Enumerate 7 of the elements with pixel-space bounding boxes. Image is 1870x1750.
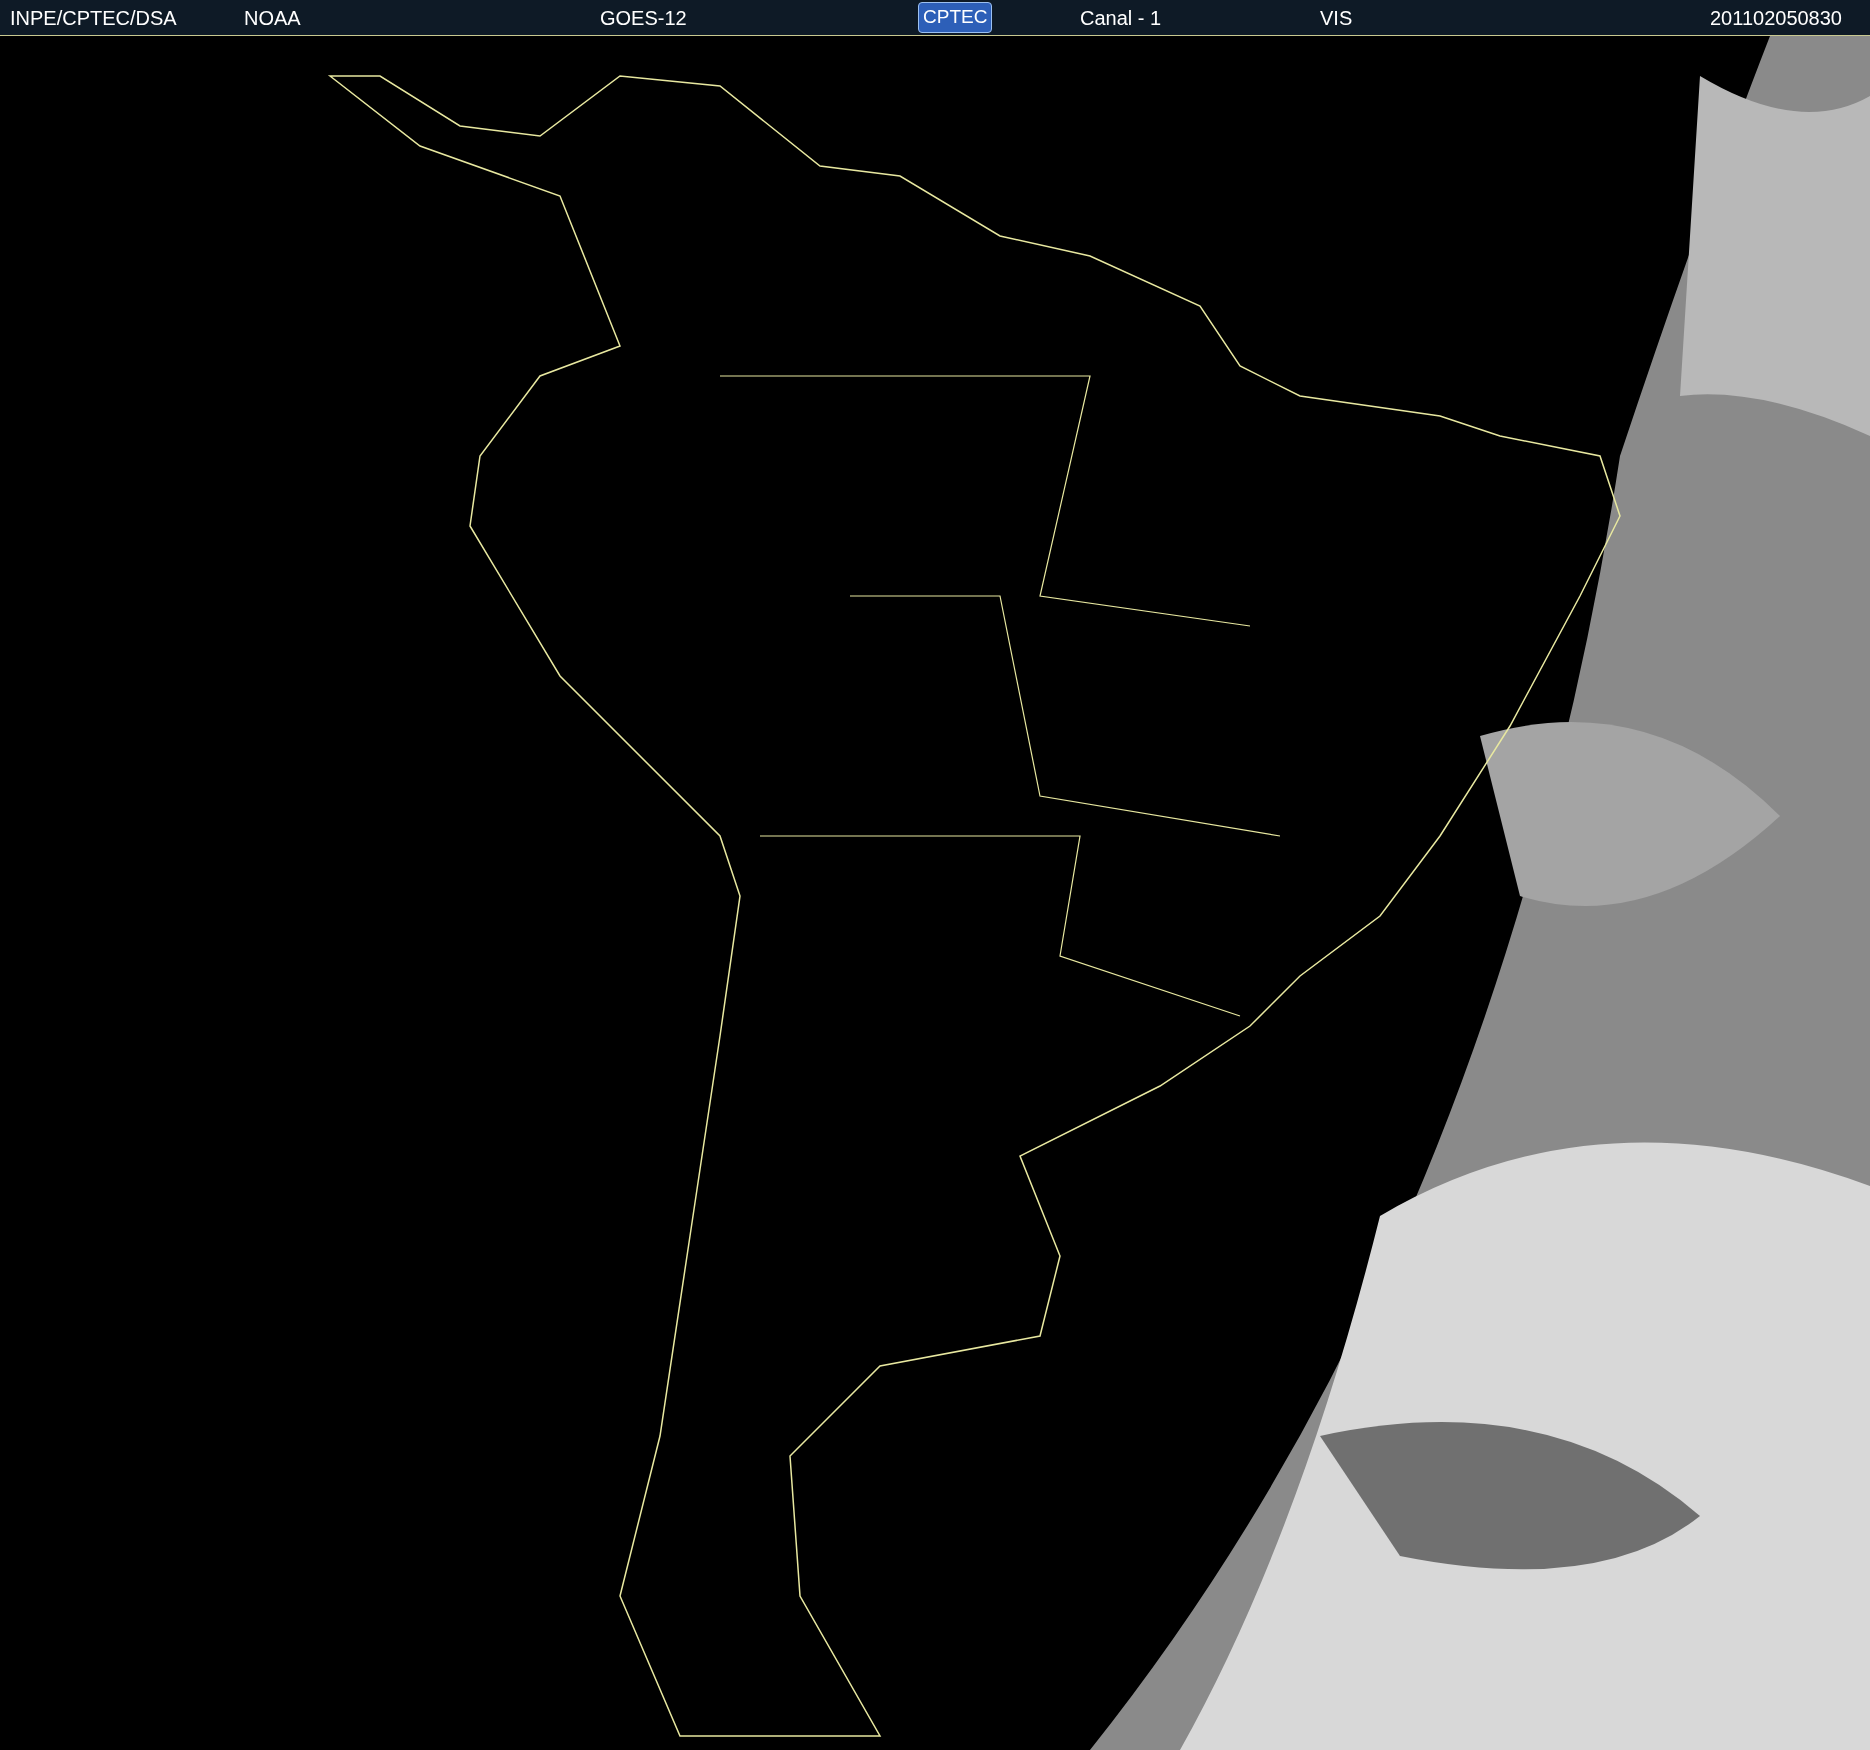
- band-label: VIS: [1320, 6, 1353, 29]
- satellite-label: GOES-12: [600, 6, 687, 29]
- logo: CPTEC: [918, 2, 993, 33]
- agency-label: NOAA: [244, 6, 301, 29]
- source-label: INPE/CPTEC/DSA: [10, 6, 177, 29]
- timestamp-label: 201102050830: [1710, 5, 1842, 31]
- channel-label: Canal - 1: [1080, 6, 1162, 29]
